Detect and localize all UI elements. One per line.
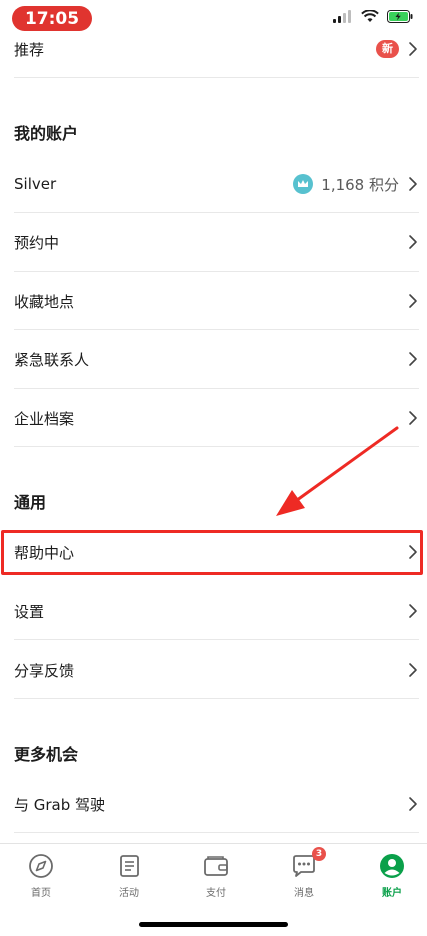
help-center-highlight-box	[1, 530, 423, 575]
divider	[14, 212, 419, 213]
row-recommend[interactable]: 推荐 新	[14, 36, 419, 62]
chevron-right-icon	[409, 604, 417, 618]
row-saved-places[interactable]: 收藏地点	[14, 281, 419, 321]
nav-label-messages: 消息	[294, 888, 314, 899]
row-emergency-label: 紧急联系人	[14, 350, 90, 369]
row-settings-label: 设置	[14, 602, 45, 621]
divider	[14, 77, 419, 78]
row-share-feedback[interactable]: 分享反馈	[14, 650, 419, 690]
message-count-badge: 3	[312, 847, 326, 861]
row-business-profile[interactable]: 企业档案	[14, 398, 419, 438]
row-settings[interactable]: 设置	[14, 591, 419, 631]
compass-icon	[27, 852, 55, 880]
chat-icon: 3	[290, 847, 326, 880]
wifi-icon	[361, 10, 379, 22]
row-silver[interactable]: Silver 1,168 积分	[14, 164, 419, 204]
row-silver-label: Silver	[14, 175, 57, 193]
chevron-right-icon	[409, 797, 417, 811]
row-booked-label: 预约中	[14, 233, 60, 252]
row-booked[interactable]: 预约中	[14, 222, 419, 262]
nav-item-messages[interactable]: 3 消息	[269, 847, 339, 902]
nav-label-home: 首页	[31, 888, 51, 899]
chevron-right-icon	[409, 235, 417, 249]
chevron-right-icon	[409, 177, 417, 191]
divider	[14, 698, 419, 699]
row-saved-places-label: 收藏地点	[14, 292, 75, 311]
row-emergency-contacts[interactable]: 紧急联系人	[14, 339, 419, 379]
battery-icon	[387, 10, 413, 23]
divider	[14, 271, 419, 272]
nav-item-payment[interactable]: 支付	[181, 852, 251, 902]
nav-item-account[interactable]: 账户	[357, 852, 427, 902]
crown-icon	[293, 174, 314, 194]
home-indicator	[139, 922, 288, 927]
row-feedback-label: 分享反馈	[14, 661, 75, 680]
row-recommend-label: 推荐	[14, 40, 45, 59]
nav-label-activity: 活动	[119, 888, 139, 899]
chevron-right-icon	[409, 663, 417, 677]
new-badge: 新	[376, 40, 399, 58]
divider	[14, 388, 419, 389]
row-business-label: 企业档案	[14, 409, 75, 428]
section-title-general: 通用	[14, 493, 47, 512]
nav-item-activity[interactable]: 活动	[94, 852, 164, 902]
divider	[14, 446, 419, 447]
divider	[14, 329, 419, 330]
chevron-right-icon	[409, 411, 417, 425]
points-value: 1,168 积分	[321, 175, 399, 194]
account-page: 17:05 推荐 新 我的账户 Silver 1,168 积分 预约中 收藏地点…	[0, 0, 427, 936]
nav-label-account: 账户	[382, 888, 402, 899]
section-title-more: 更多机会	[14, 745, 79, 764]
section-title-my-account: 我的账户	[14, 124, 79, 143]
chevron-right-icon	[409, 294, 417, 308]
status-icons	[333, 10, 413, 23]
chevron-right-icon	[409, 42, 417, 56]
nav-item-home[interactable]: 首页	[6, 852, 76, 902]
divider	[14, 832, 419, 833]
row-drive-label: 与 Grab 驾驶	[14, 795, 106, 814]
account-icon	[378, 852, 406, 880]
activity-icon	[115, 852, 143, 880]
status-time: 17:05	[12, 6, 92, 31]
chevron-right-icon	[409, 352, 417, 366]
signal-icon	[333, 10, 351, 23]
row-drive-with-grab[interactable]: 与 Grab 驾驶	[14, 784, 419, 824]
status-bar: 17:05	[0, 0, 427, 40]
nav-label-payment: 支付	[206, 888, 226, 899]
wallet-icon	[202, 852, 230, 880]
divider	[14, 639, 419, 640]
